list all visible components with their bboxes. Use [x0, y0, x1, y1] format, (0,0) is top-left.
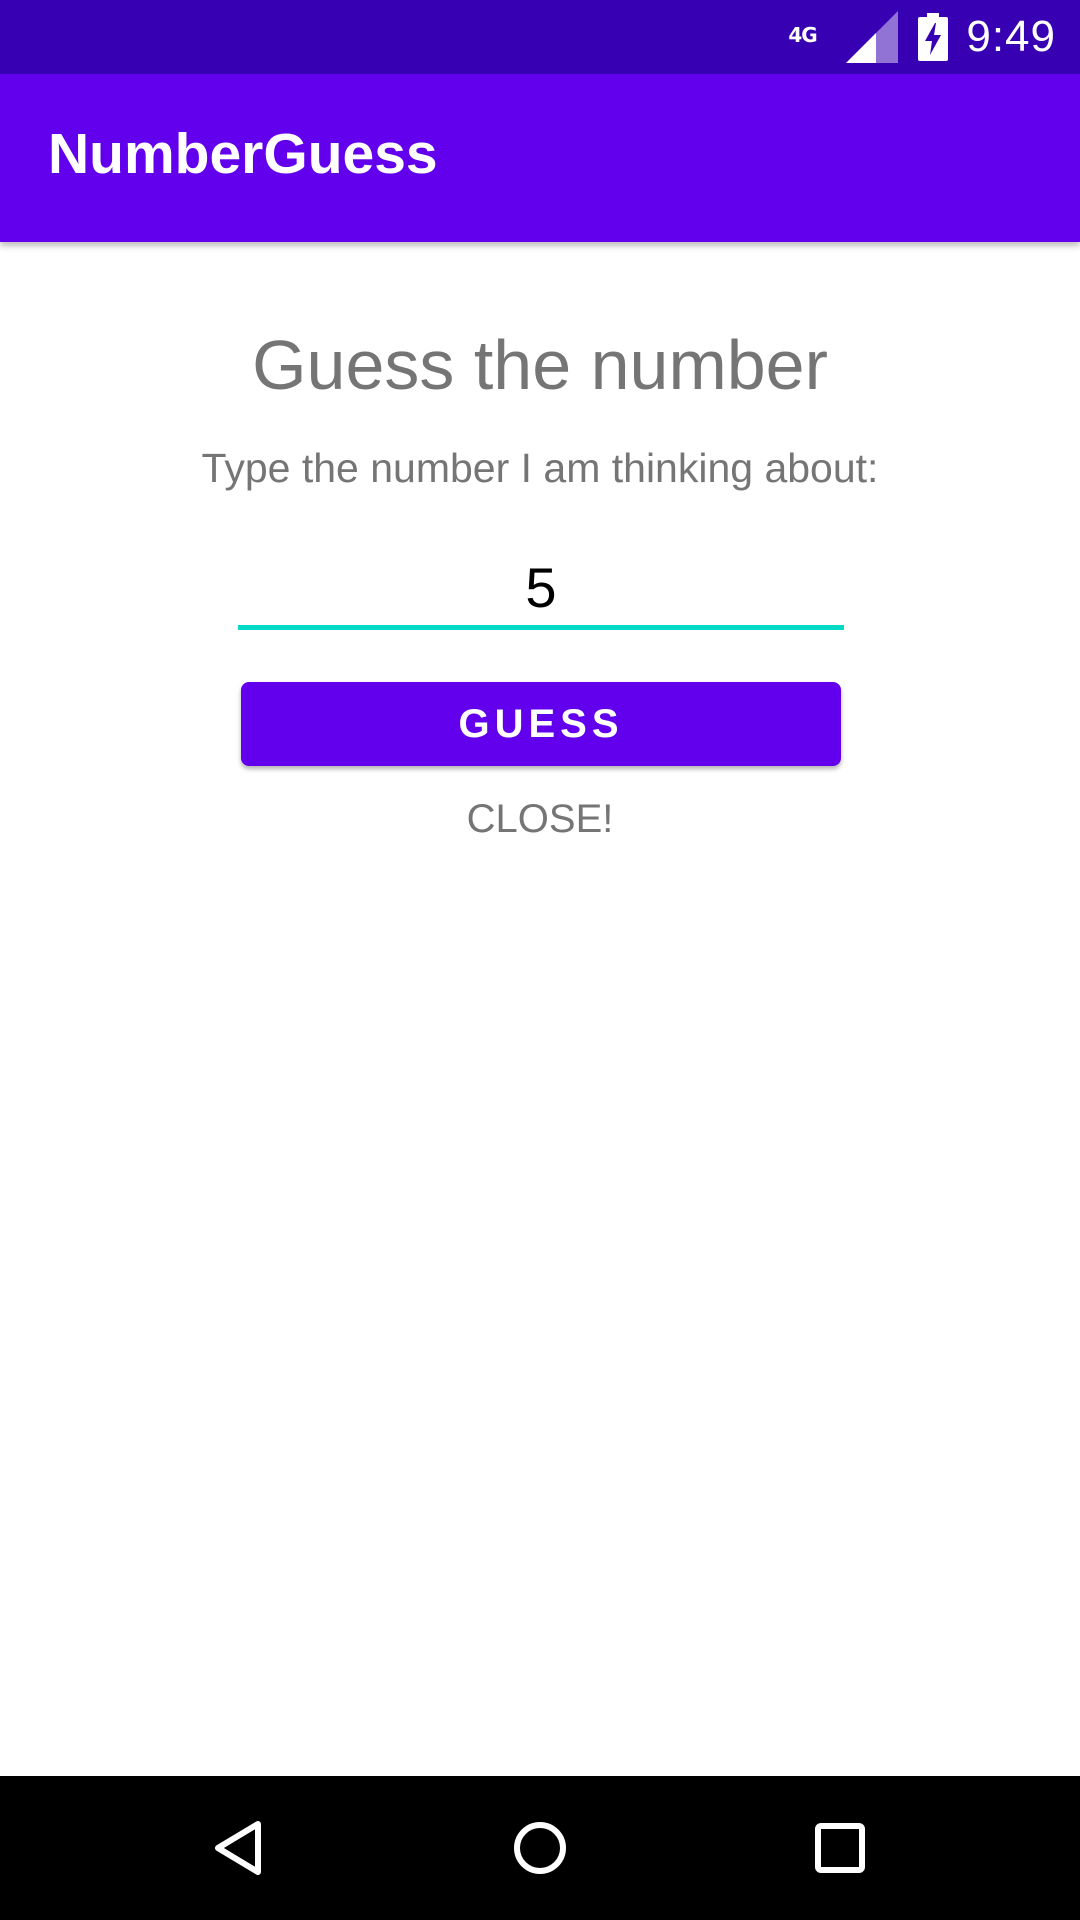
- status-icons: 4G 9:49: [788, 0, 1056, 74]
- status-bar: 4G 9:49: [0, 0, 1080, 74]
- navigation-bar: [0, 1776, 1080, 1920]
- guess-input[interactable]: [238, 550, 844, 630]
- app-title: NumberGuess: [48, 122, 438, 186]
- battery-charging-icon: [918, 13, 949, 61]
- back-icon[interactable]: [204, 1812, 276, 1884]
- home-icon[interactable]: [504, 1812, 576, 1884]
- app-bar: NumberGuess: [0, 74, 1080, 242]
- recents-icon[interactable]: [804, 1812, 876, 1884]
- network-type-label: 4G: [788, 23, 817, 47]
- status-clock: 9:49: [966, 12, 1056, 61]
- instruction-text: Type the number I am thinking about:: [201, 445, 879, 491]
- result-text: CLOSE!: [466, 797, 614, 841]
- guess-button[interactable]: GUESS: [241, 682, 841, 766]
- signal-icon: 4G: [788, 11, 899, 63]
- page-heading: Guess the number: [252, 326, 828, 404]
- screen: 4G 9:49 NumberGuess Guess the number Typ…: [0, 0, 1080, 1920]
